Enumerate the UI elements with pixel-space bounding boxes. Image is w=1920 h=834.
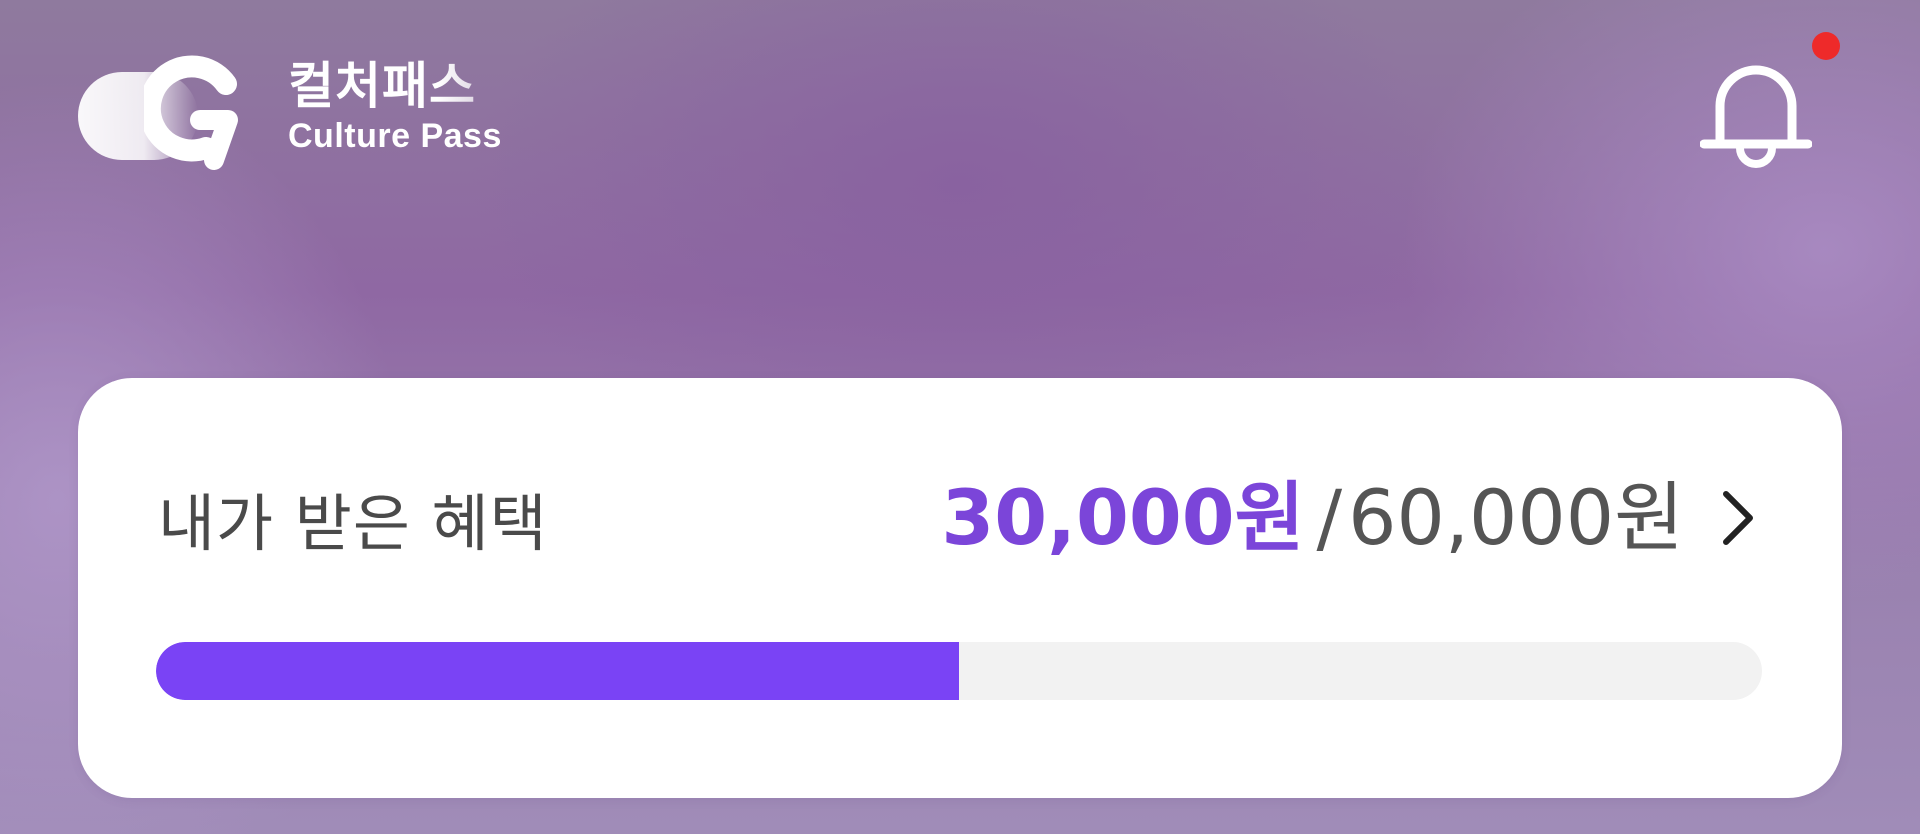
benefit-card-title: 내가 받은 혜택 — [158, 487, 548, 560]
chevron-right-icon[interactable] — [1718, 486, 1758, 550]
benefit-amounts: 30,000원 / 60,000원 — [941, 478, 1758, 558]
logo-name-english: Culture Pass — [288, 117, 502, 155]
bell-icon — [1700, 65, 1812, 168]
logo-g-mark-icon — [78, 52, 268, 182]
benefit-progress-bar — [156, 642, 1762, 700]
benefit-progress-fill — [156, 642, 959, 700]
total-amount: 60,000원 — [1348, 473, 1684, 562]
culture-pass-logo[interactable]: 컬처패스 Culture Pass — [78, 52, 538, 182]
benefit-card: 내가 받은 혜택 30,000원 / 60,000원 — [78, 378, 1842, 798]
received-amount: 30,000원 — [941, 473, 1305, 562]
benefit-summary-row[interactable]: 내가 받은 혜택 30,000원 / 60,000원 — [158, 478, 1758, 560]
logo-name-korean: 컬처패스 — [288, 56, 502, 116]
notification-unread-dot — [1812, 32, 1840, 60]
amount-separator: / — [1316, 473, 1343, 562]
notification-button[interactable] — [1700, 56, 1812, 172]
logo-wordmark: 컬처패스 Culture Pass — [288, 56, 502, 156]
